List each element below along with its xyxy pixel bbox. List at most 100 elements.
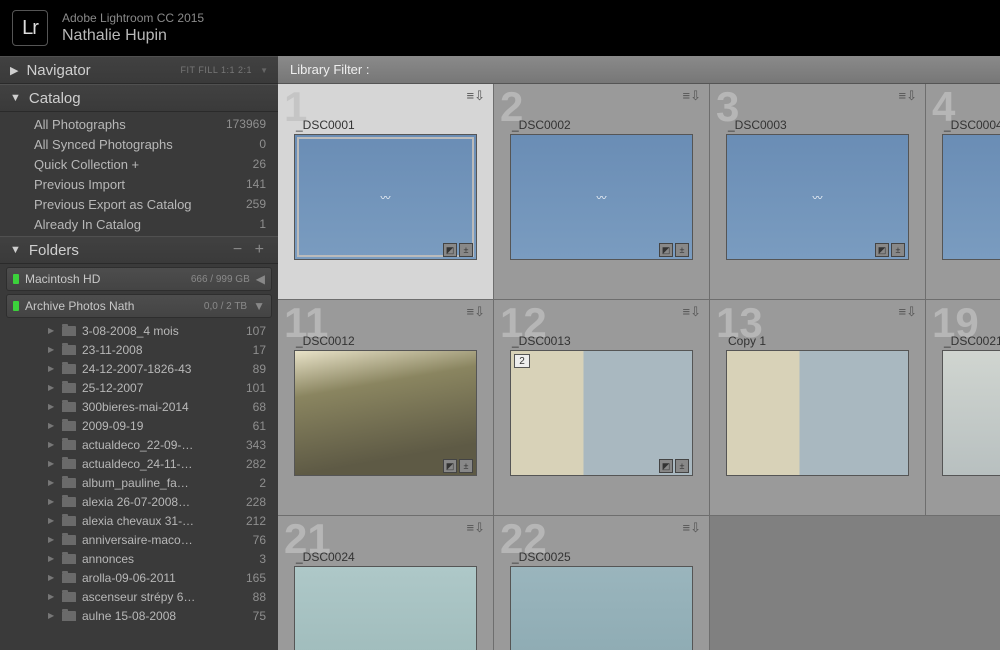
folder-count: 76 [253,533,266,547]
catalog-item[interactable]: Previous Export as Catalog259 [0,194,278,214]
badge-icon[interactable]: ◩ [659,243,673,257]
stack-badge[interactable]: 2 [514,354,530,368]
folder-item[interactable]: ▶arolla-09-06-2011165 [0,568,278,587]
badge-icon[interactable]: ◩ [443,243,457,257]
catalog-item[interactable]: Already In Catalog1 [0,214,278,234]
folder-label: 300bieres-mai-2014 [82,400,253,414]
grid-cell[interactable]: 12≡⇩_DSC0013◩±2 [494,300,710,516]
folder-label: 3-08-2008_4 mois [82,324,246,338]
badge-icon[interactable]: ◩ [443,459,457,473]
navigator-zoom-options[interactable]: FIT FILL 1:1 2:1 [181,65,253,75]
chevron-right-icon: ▶ [48,402,54,411]
volume-item[interactable]: Macintosh HD666 / 999 GB◀ [6,267,272,291]
filename-label: _DSC0021 [944,334,1000,348]
catalog-item[interactable]: All Synced Photographs0 [0,134,278,154]
folder-item[interactable]: ▶aulne 15-08-200875 [0,606,278,625]
folder-item[interactable]: ▶ascenseur strépy 6…88 [0,587,278,606]
folder-icon [62,402,76,412]
grid-cell[interactable]: 3≡⇩_DSC0003〰◩± [710,84,926,300]
volume-name: Archive Photos Nath [25,299,198,313]
badge-icon[interactable]: ± [675,459,689,473]
folder-item[interactable]: ▶3-08-2008_4 mois107 [0,321,278,340]
folder-item[interactable]: ▶album_pauline_fa…2 [0,473,278,492]
folders-title: Folders [29,242,225,259]
chevron-right-icon: ▶ [48,383,54,392]
grid-cell[interactable]: 19≡⇩_DSC0021 [926,300,1000,516]
catalog-panel-header[interactable]: ▼ Catalog [0,84,278,112]
user-name: Nathalie Hupin [62,26,204,45]
flag-marker-icon[interactable]: ≡⇩ [467,304,485,320]
flag-marker-icon[interactable]: ≡⇩ [683,304,701,320]
chevron-right-icon: ▶ [48,535,54,544]
thumbnail-image [510,350,693,476]
folder-item[interactable]: ▶actualdeco_24-11-…282 [0,454,278,473]
folders-add-remove[interactable]: − + [233,241,268,259]
library-filter-label: Library Filter : [290,62,369,77]
thumbnail-badges[interactable]: ◩± [875,243,905,257]
volume-capacity: 0,0 / 2 TB [204,301,247,312]
thumbnail-image: 〰 [726,134,909,260]
navigator-title: Navigator [26,62,172,79]
grid-cell[interactable]: 2≡⇩_DSC0002〰◩± [494,84,710,300]
folder-label: annonces [82,552,259,566]
navigator-panel-header[interactable]: ▶ Navigator FIT FILL 1:1 2:1 ▼ [0,56,278,84]
folder-item[interactable]: ▶23-11-200817 [0,340,278,359]
flag-marker-icon[interactable]: ≡⇩ [899,88,917,104]
thumbnail-badges[interactable]: ◩± [443,243,473,257]
chevron-down-icon: ▼ [10,244,21,256]
chevron-right-icon: ▶ [48,440,54,449]
badge-icon[interactable]: ± [459,459,473,473]
folders-tree[interactable]: ▶3-08-2008_4 mois107▶23-11-200817▶24-12-… [0,321,278,650]
folder-count: 75 [253,609,266,623]
grid-cell[interactable]: 22≡⇩_DSC0025 [494,516,710,650]
flag-marker-icon[interactable]: ≡⇩ [899,304,917,320]
chevron-right-icon: ▶ [48,478,54,487]
folder-count: 3 [259,552,266,566]
catalog-item-count: 26 [253,157,266,171]
folder-icon [62,440,76,450]
folder-icon [62,554,76,564]
volume-item[interactable]: Archive Photos Nath0,0 / 2 TB▼ [6,294,272,318]
catalog-item[interactable]: Previous Import141 [0,174,278,194]
badge-icon[interactable]: ± [675,243,689,257]
flag-marker-icon[interactable]: ≡⇩ [467,88,485,104]
flag-marker-icon[interactable]: ≡⇩ [467,520,485,536]
volume-name: Macintosh HD [25,272,185,286]
flag-marker-icon[interactable]: ≡⇩ [683,88,701,104]
folder-label: 24-12-2007-1826-43 [82,362,253,376]
folder-item[interactable]: ▶actualdeco_22-09-…343 [0,435,278,454]
catalog-item[interactable]: Quick Collection +26 [0,154,278,174]
bird-icon: 〰 [381,190,391,205]
folder-item[interactable]: ▶alexia 26-07-2008…228 [0,492,278,511]
thumbnail-badges[interactable]: ◩± [443,459,473,473]
grid-cell[interactable]: 13≡⇩Copy 1 [710,300,926,516]
chevron-down-icon: ▼ [260,66,268,75]
folder-item[interactable]: ▶alexia chevaux 31-…212 [0,511,278,530]
thumbnail-badges[interactable]: ◩± [659,459,689,473]
folder-item[interactable]: ▶annonces3 [0,549,278,568]
folder-item[interactable]: ▶25-12-2007101 [0,378,278,397]
folder-icon [62,459,76,469]
thumbnail-image [942,350,1000,476]
badge-icon[interactable]: ± [459,243,473,257]
grid-cell[interactable]: 1≡⇩_DSC0001〰◩± [278,84,494,300]
grid-cell[interactable]: 21≡⇩_DSC0024 [278,516,494,650]
thumbnail-badges[interactable]: ◩± [659,243,689,257]
left-sidebar: ▶ Navigator FIT FILL 1:1 2:1 ▼ ▼ Catalog… [0,56,278,650]
flag-marker-icon[interactable]: ≡⇩ [683,520,701,536]
folder-item[interactable]: ▶2009-09-1961 [0,416,278,435]
library-filter-bar[interactable]: Library Filter : [278,56,1000,84]
thumbnail-grid: 1≡⇩_DSC0001〰◩±2≡⇩_DSC0002〰◩±3≡⇩_DSC0003〰… [278,84,1000,650]
folder-item[interactable]: ▶24-12-2007-1826-4389 [0,359,278,378]
badge-icon[interactable]: ◩ [875,243,889,257]
folder-item[interactable]: ▶anniversaire-maco…76 [0,530,278,549]
folder-label: 25-12-2007 [82,381,246,395]
badge-icon[interactable]: ◩ [659,459,673,473]
badge-icon[interactable]: ± [891,243,905,257]
folder-item[interactable]: ▶300bieres-mai-201468 [0,397,278,416]
grid-cell[interactable]: 4≡⇩_DSC0004〰 [926,84,1000,300]
catalog-item[interactable]: All Photographs173969 [0,114,278,134]
folders-panel-header[interactable]: ▼ Folders − + [0,236,278,264]
folder-icon [62,345,76,355]
grid-cell[interactable]: 11≡⇩_DSC0012◩± [278,300,494,516]
